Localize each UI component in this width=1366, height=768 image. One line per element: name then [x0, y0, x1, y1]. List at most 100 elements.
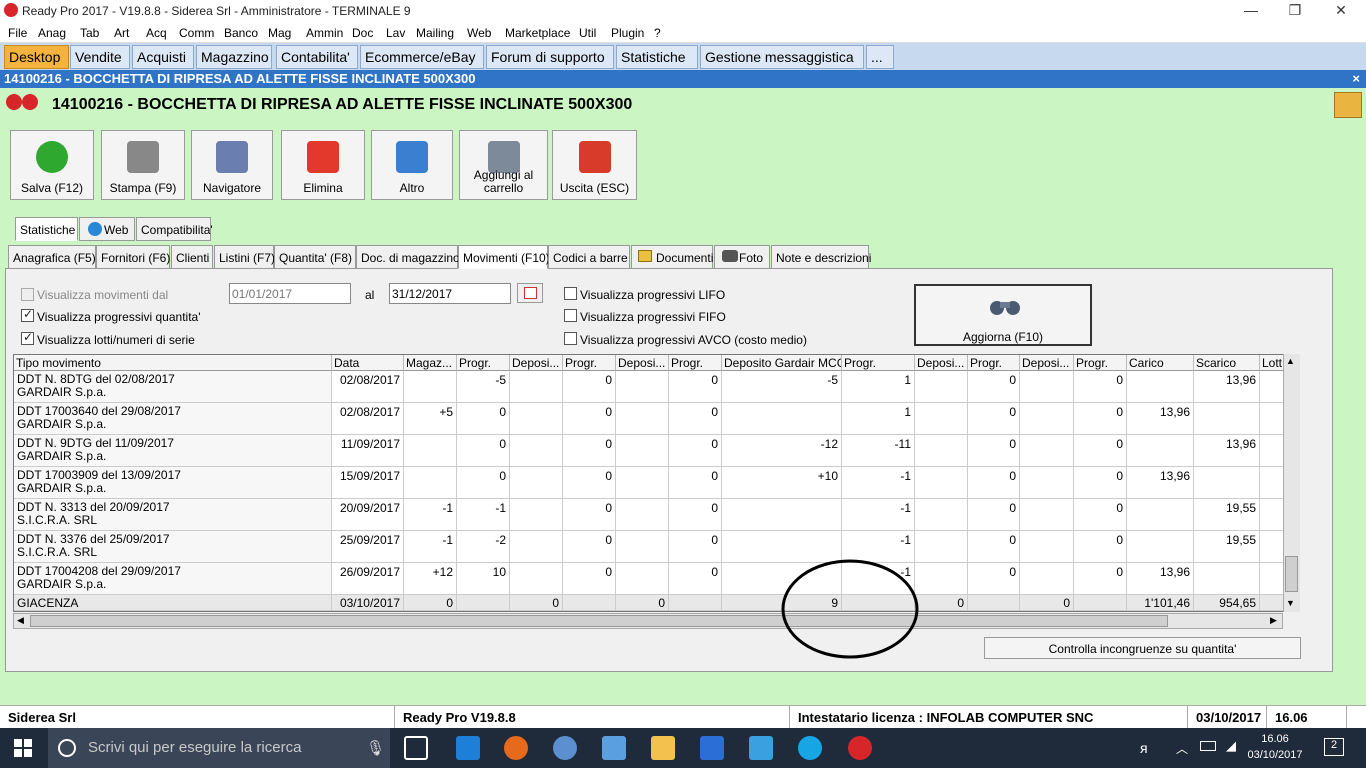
column-header-14[interactable]: Carico — [1127, 355, 1194, 371]
lifo-checkbox[interactable] — [564, 287, 577, 300]
column-header-4[interactable]: Deposi... — [510, 355, 563, 371]
edge-icon[interactable] — [456, 736, 480, 760]
horizontal-scrollbar[interactable]: ◀ ▶ — [13, 613, 1283, 629]
restore-button[interactable]: ❐ — [1272, 2, 1318, 19]
ready-pro-taskbar-icon[interactable] — [848, 736, 872, 760]
file-explorer-icon[interactable] — [651, 736, 675, 760]
scroll-up-icon[interactable]: ▲ — [1286, 356, 1295, 366]
toolbar-button-1[interactable]: Stampa (F9) — [101, 130, 185, 200]
column-header-1[interactable]: Data — [332, 355, 404, 371]
tab-2[interactable]: Clienti — [171, 245, 213, 269]
tab-5[interactable]: Doc. di magazzino — [356, 245, 460, 269]
taskbar-clock[interactable]: 16.06 03/10/2017 — [1243, 731, 1307, 763]
people-icon[interactable]: ᴙ — [1140, 740, 1148, 756]
mail-client-icon[interactable] — [553, 736, 577, 760]
lotti-checkbox[interactable] — [21, 330, 34, 345]
menu-item-1[interactable]: Anag — [38, 26, 66, 40]
column-header-0[interactable]: Tipo movimento — [14, 355, 332, 371]
top-tab-2[interactable]: Compatibilita' — [136, 217, 213, 241]
module-tab-0[interactable]: Desktop — [4, 45, 69, 69]
toolbar-button-0[interactable]: Salva (F12) — [10, 130, 94, 200]
scroll-right-icon[interactable]: ▶ — [1270, 615, 1277, 626]
column-header-7[interactable]: Progr. — [669, 355, 722, 371]
module-tab-8[interactable]: Gestione messaggistica — [700, 45, 864, 69]
menu-item-5[interactable]: Comm — [179, 26, 214, 40]
toolbar-button-6[interactable]: Uscita (ESC) — [552, 130, 637, 200]
menu-item-16[interactable]: ? — [654, 26, 661, 40]
wifi-icon[interactable]: ◢ — [1226, 738, 1236, 754]
date-to-input[interactable]: 31/12/2017 — [389, 283, 511, 304]
refresh-button[interactable]: Aggiorna (F10) — [914, 284, 1092, 346]
module-tab-2[interactable]: Acquisti — [132, 45, 194, 69]
toolbar-button-2[interactable]: Navigatore — [191, 130, 273, 200]
scroll-down-icon[interactable]: ▼ — [1286, 598, 1295, 608]
column-header-2[interactable]: Magaz... — [404, 355, 457, 371]
tab-0[interactable]: Anagrafica (F5) — [8, 245, 96, 269]
battery-icon[interactable] — [1200, 741, 1216, 751]
calendar-button[interactable] — [517, 283, 543, 303]
date-from-input[interactable]: 01/01/2017 — [229, 283, 351, 304]
close-window-button[interactable]: ✕ — [1318, 2, 1364, 19]
scroll-left-icon[interactable]: ◀ — [17, 615, 24, 626]
column-header-11[interactable]: Progr. — [968, 355, 1020, 371]
menu-item-6[interactable]: Banco — [224, 26, 258, 40]
vertical-scroll-thumb[interactable] — [1285, 556, 1298, 592]
column-header-9[interactable]: Progr. — [842, 355, 915, 371]
check-inconsistencies-button[interactable]: Controlla incongruenze su quantita' — [984, 637, 1301, 659]
menu-item-8[interactable]: Ammin — [306, 26, 343, 40]
windows-start-icon[interactable] — [14, 739, 32, 757]
avco-checkbox[interactable] — [564, 332, 577, 345]
module-tab-9[interactable]: ... — [866, 45, 894, 69]
tab-3[interactable]: Listini (F7) — [214, 245, 275, 269]
toolbar-button-5[interactable]: Aggiungi al carrello — [459, 130, 548, 200]
menu-item-15[interactable]: Plugin — [611, 26, 644, 40]
microphone-icon[interactable]: 🎙 — [366, 739, 385, 757]
vertical-scrollbar[interactable]: ▲ ▼ — [1283, 354, 1300, 612]
menu-item-7[interactable]: Mag — [268, 26, 291, 40]
horizontal-scroll-thumb[interactable] — [30, 615, 1168, 627]
column-header-8[interactable]: Deposito Gardair MCG — [722, 355, 842, 371]
show-moves-from-checkbox[interactable] — [21, 288, 34, 301]
column-header-15[interactable]: Scarico — [1194, 355, 1260, 371]
tab-10[interactable]: Note e descrizioni — [771, 245, 871, 269]
menu-item-12[interactable]: Web — [467, 26, 491, 40]
menu-item-4[interactable]: Acq — [146, 26, 167, 40]
module-tab-1[interactable]: Vendite — [70, 45, 130, 69]
column-header-3[interactable]: Progr. — [457, 355, 510, 371]
menu-item-10[interactable]: Lav — [386, 26, 405, 40]
menu-item-2[interactable]: Tab — [80, 26, 99, 40]
menu-item-14[interactable]: Util — [579, 26, 596, 40]
computer-icon[interactable] — [602, 736, 626, 760]
column-header-10[interactable]: Deposi... — [915, 355, 968, 371]
toolbar-button-3[interactable]: Elimina — [281, 130, 365, 200]
task-view-icon[interactable] — [404, 736, 428, 760]
module-tab-6[interactable]: Forum di supporto — [486, 45, 614, 69]
fifo-checkbox[interactable] — [564, 309, 577, 322]
top-tab-0[interactable]: Statistiche — [15, 217, 78, 241]
movements-grid[interactable]: Tipo movimento Data Magaz... Progr. Deposi..… — [13, 354, 1300, 612]
column-header-5[interactable]: Progr. — [563, 355, 616, 371]
progressivi-quantita-checkbox[interactable] — [21, 307, 34, 322]
close-document-button[interactable]: × — [1352, 71, 1360, 86]
module-tab-4[interactable]: Contabilita' — [276, 45, 358, 69]
toolbar-button-4[interactable]: Altro — [371, 130, 453, 200]
notification-center-icon[interactable]: 2 — [1324, 738, 1344, 756]
minimize-button[interactable]: — — [1228, 2, 1274, 18]
tab-6[interactable]: Movimenti (F10) — [458, 245, 550, 269]
chevron-up-icon[interactable]: ︿ — [1176, 740, 1188, 757]
tab-4[interactable]: Quantita' (F8) — [274, 245, 356, 269]
remote-desktop-icon[interactable] — [749, 736, 773, 760]
module-tab-5[interactable]: Ecommerce/eBay — [360, 45, 484, 69]
module-tab-7[interactable]: Statistiche — [616, 45, 698, 69]
column-header-6[interactable]: Deposi... — [616, 355, 669, 371]
store-icon[interactable] — [700, 736, 724, 760]
menu-item-13[interactable]: Marketplace — [505, 26, 570, 40]
firefox-icon[interactable] — [504, 736, 528, 760]
tab-1[interactable]: Fornitori (F6) — [96, 245, 170, 269]
menu-item-3[interactable]: Art — [114, 26, 129, 40]
menu-item-9[interactable]: Doc — [352, 26, 373, 40]
skype-icon[interactable] — [798, 736, 822, 760]
menu-item-11[interactable]: Mailing — [416, 26, 454, 40]
column-header-13[interactable]: Progr. — [1074, 355, 1127, 371]
module-tab-3[interactable]: Magazzino — [196, 45, 272, 69]
